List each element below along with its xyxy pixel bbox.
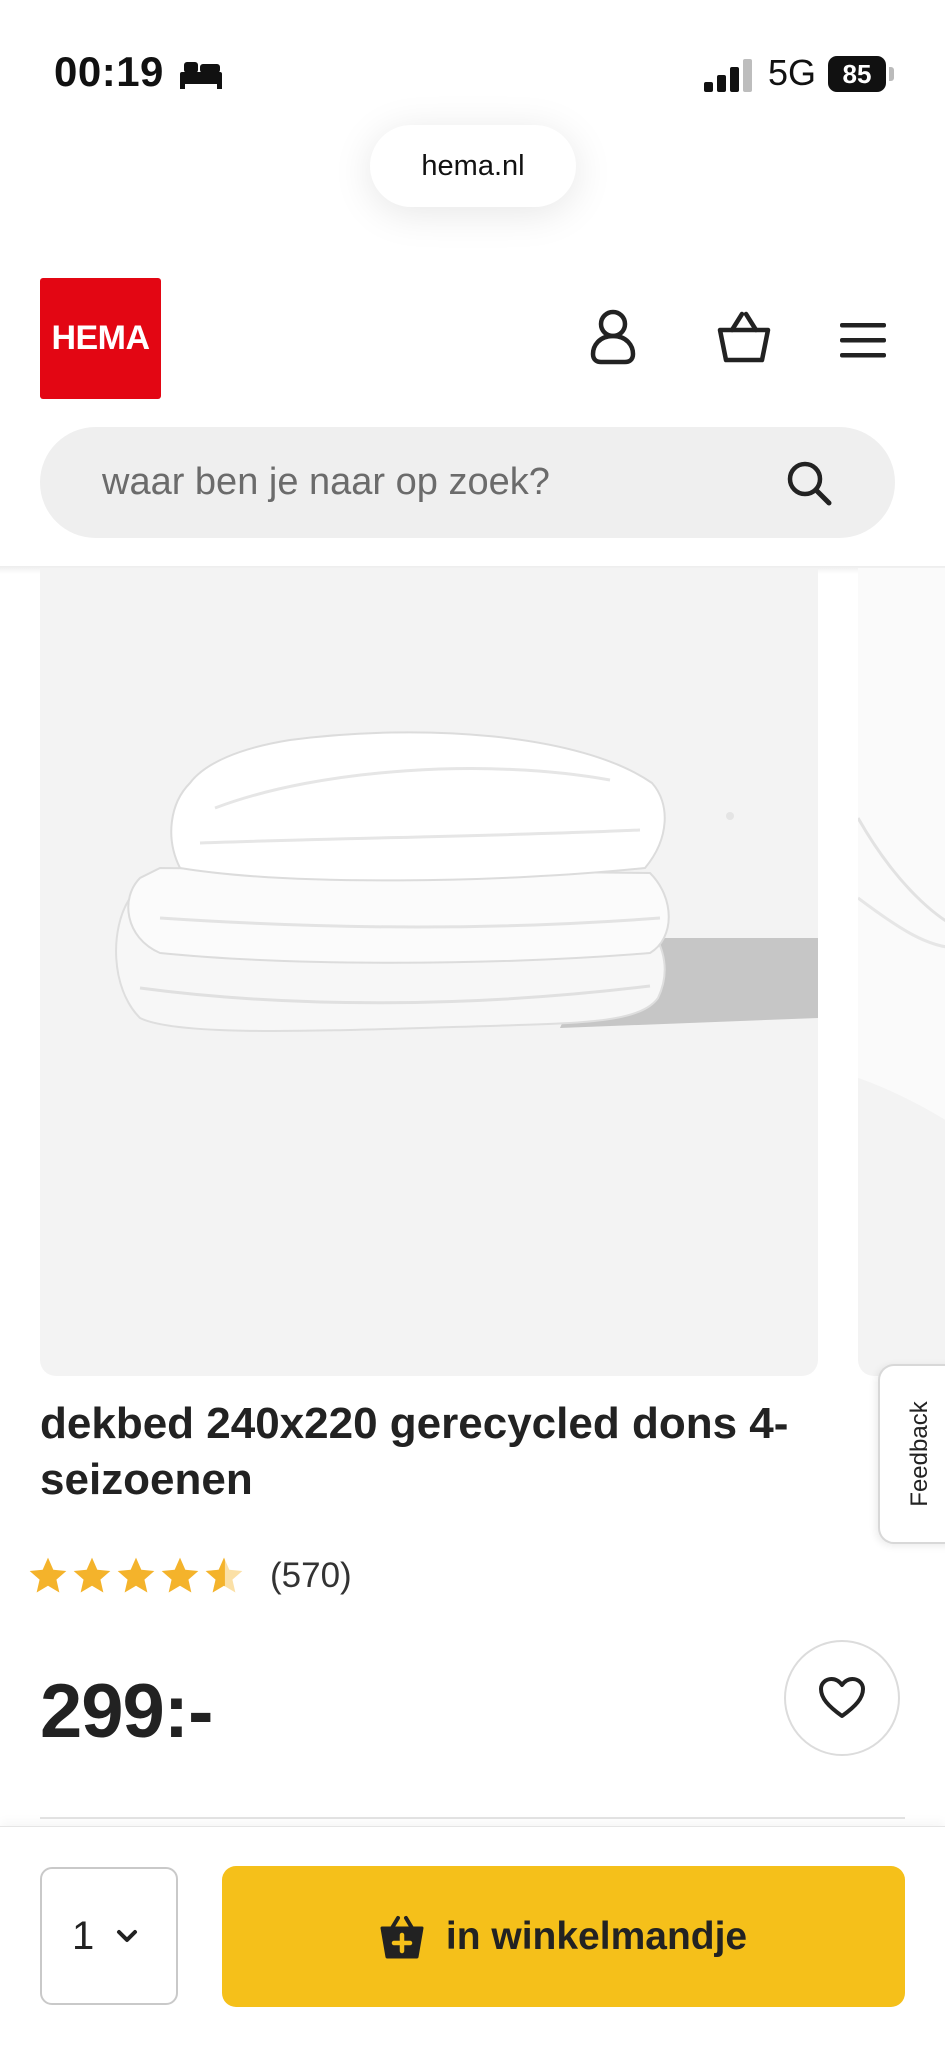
product-image[interactable] — [40, 568, 818, 1376]
hema-logo[interactable]: HEMA — [40, 278, 161, 399]
add-to-cart-button[interactable]: in winkelmandje — [222, 1866, 905, 2007]
star-icon — [29, 1557, 67, 1593]
search-input[interactable] — [102, 427, 752, 538]
favorite-button[interactable] — [784, 1640, 900, 1756]
search-bar — [40, 427, 895, 538]
feedback-label: Feedback — [906, 1401, 933, 1507]
duvet-illustration-partial — [858, 568, 945, 1120]
star-icon — [161, 1557, 199, 1593]
star-icon — [117, 1557, 155, 1593]
battery-cap — [889, 67, 894, 81]
status-time: 00:19 — [54, 48, 164, 95]
basket-plus-icon — [380, 1915, 424, 1958]
battery-indicator: 85 — [828, 56, 896, 92]
signal-icon — [704, 59, 752, 92]
bed-icon — [180, 62, 222, 89]
browser-url[interactable]: hema.nl — [370, 125, 576, 207]
network-type: 5G — [768, 52, 817, 93]
menu-icon[interactable] — [838, 320, 888, 360]
review-count[interactable]: (570) — [270, 1556, 352, 1596]
product-title: dekbed 240x220 gerecycled dons 4-seizoen… — [40, 1399, 789, 1504]
add-to-cart-label: in winkelmandje — [445, 1914, 748, 1958]
heart-icon — [819, 1677, 865, 1718]
battery-level: 85 — [828, 56, 886, 92]
divider — [40, 1817, 905, 1819]
feedback-tab[interactable]: Feedback — [878, 1364, 945, 1544]
search-icon[interactable] — [785, 459, 833, 507]
quantity-value: 1 — [72, 1913, 95, 1958]
product-image-next[interactable] — [858, 568, 945, 1376]
star-icon — [73, 1557, 111, 1593]
person-icon[interactable] — [585, 308, 641, 366]
product-price: 299:- — [40, 1669, 213, 1754]
quantity-select[interactable]: 1 — [40, 1867, 178, 2005]
product-rating[interactable]: (570) — [26, 1552, 352, 1600]
duvet-illustration — [115, 731, 818, 1032]
star-half-icon — [205, 1557, 243, 1593]
chevron-down-icon — [117, 1930, 138, 1942]
basket-icon[interactable] — [716, 310, 772, 364]
